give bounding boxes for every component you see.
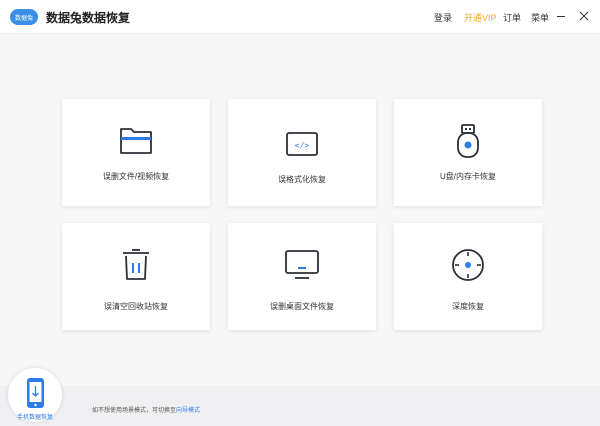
disk-icon bbox=[452, 249, 484, 281]
wizard-mode-link[interactable]: 向导模式 bbox=[176, 408, 200, 414]
phone-recovery-label[interactable]: 手机数据恢复 bbox=[4, 412, 66, 421]
card-label: U盘/内存卡恢复 bbox=[440, 172, 496, 181]
card-usb-recovery[interactable]: U盘/内存卡恢复 bbox=[394, 99, 542, 206]
card-label: 误删文件/视频恢复 bbox=[102, 172, 170, 181]
orders-link[interactable]: 订单 bbox=[503, 11, 521, 24]
svg-text:</>: </> bbox=[295, 141, 310, 150]
card-label: 深度恢复 bbox=[452, 302, 484, 311]
card-deleted-files-recovery[interactable]: 误删文件/视频恢复 bbox=[62, 99, 210, 206]
card-recycle-bin-recovery[interactable]: 误清空回收站恢复 bbox=[62, 223, 210, 330]
trash-bin-icon bbox=[123, 249, 149, 280]
footer-bar bbox=[0, 386, 600, 426]
minimize-icon[interactable] bbox=[553, 8, 569, 24]
card-format-recovery[interactable]: </> 误格式化恢复 bbox=[228, 99, 376, 206]
card-label: 误删桌面文件恢复 bbox=[270, 302, 334, 311]
app-title: 数据兔数据恢复 bbox=[46, 11, 131, 25]
vip-link[interactable]: 开通VIP bbox=[464, 11, 497, 24]
hint-text: 如不想使用场景模式，可切换至 bbox=[92, 408, 177, 414]
card-label: 误清空回收站恢复 bbox=[104, 302, 168, 311]
logo-text: 数据兔 bbox=[15, 14, 33, 22]
title-bar: 数据兔 数据兔数据恢复 登录 开通VIP 订单 菜单 bbox=[0, 0, 600, 34]
card-deep-recovery[interactable]: 深度恢复 bbox=[394, 223, 542, 330]
card-desktop-files-recovery[interactable]: 误删桌面文件恢复 bbox=[228, 223, 376, 330]
menu-link[interactable]: 菜单 bbox=[531, 11, 549, 24]
monitor-icon bbox=[285, 250, 319, 279]
usb-drive-icon bbox=[457, 124, 479, 158]
app-logo-icon: 数据兔 bbox=[10, 9, 38, 25]
mode-switch-hint: 如不想使用场景模式，可切换至向导模式 bbox=[92, 405, 200, 414]
card-label: 误格式化恢复 bbox=[278, 175, 326, 184]
code-window-icon: </> bbox=[286, 132, 318, 156]
close-icon[interactable] bbox=[576, 8, 592, 24]
login-link[interactable]: 登录 bbox=[434, 11, 452, 24]
folder-icon bbox=[120, 128, 152, 154]
